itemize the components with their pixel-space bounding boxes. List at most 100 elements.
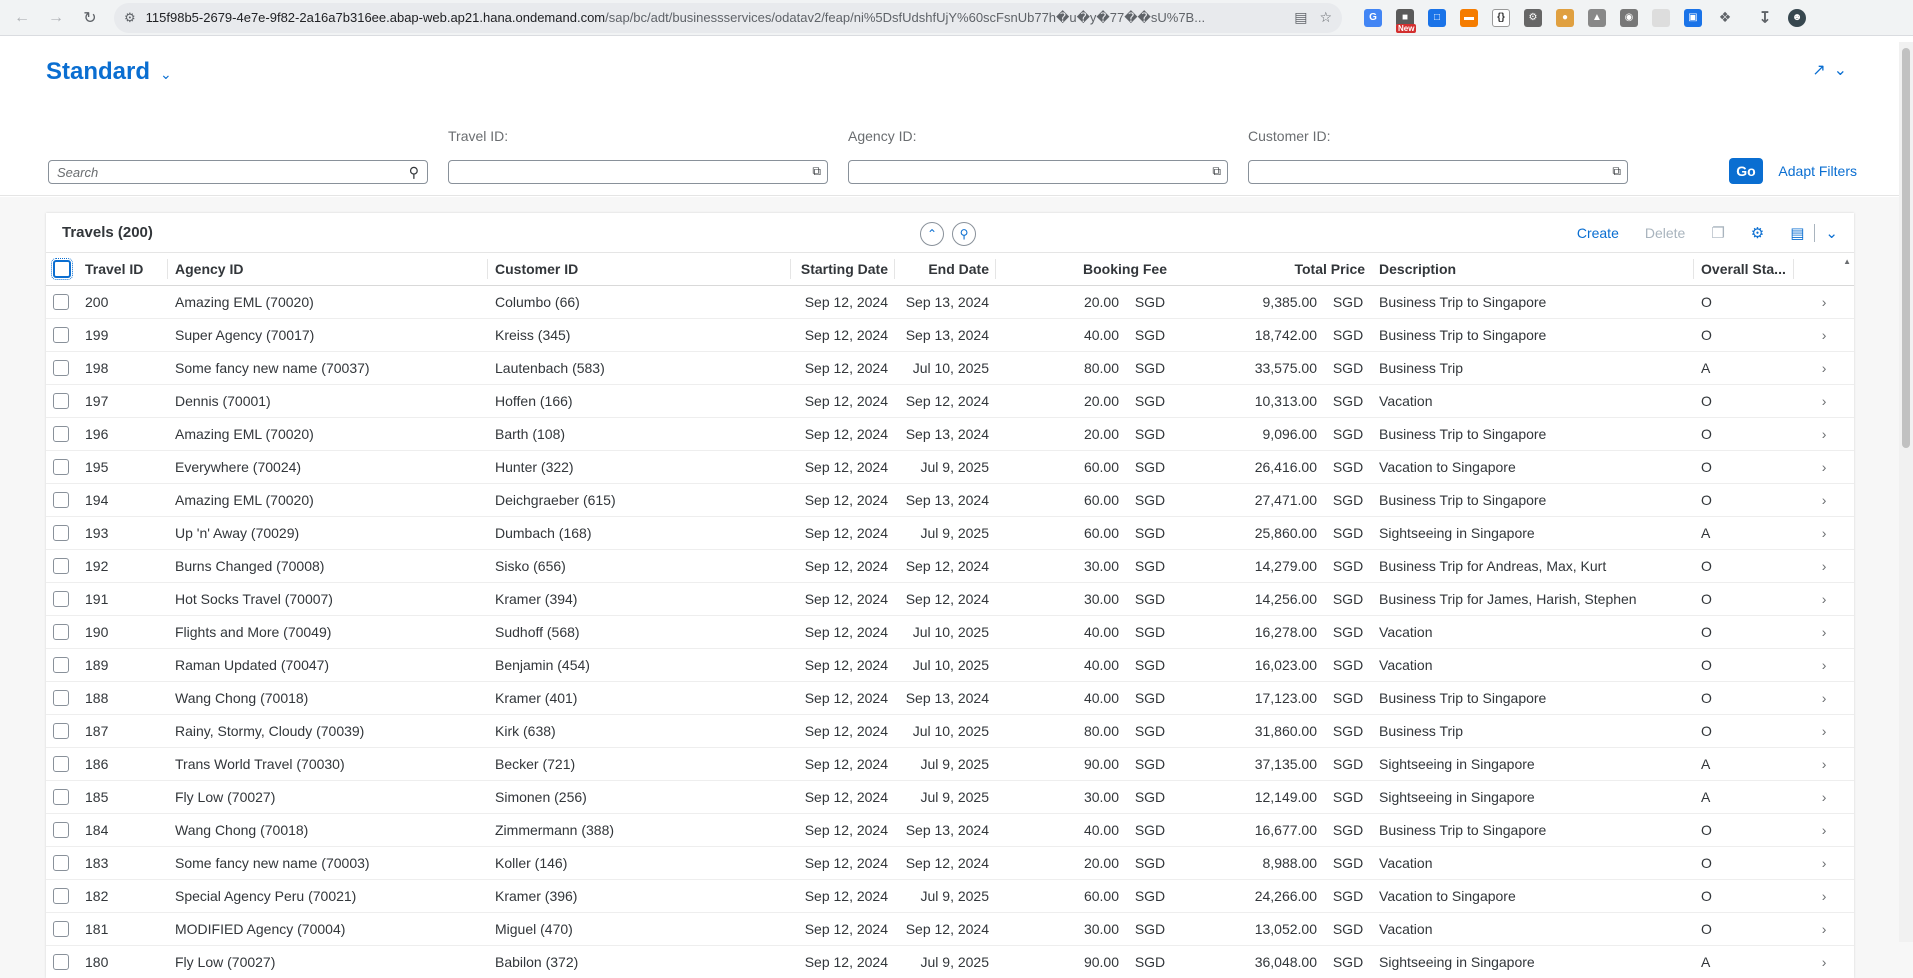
table-row[interactable]: 193 Up 'n' Away (70029) Dumbach (168) Sep 1… — [46, 516, 1854, 550]
go-button[interactable]: Go — [1729, 158, 1763, 184]
search-icon[interactable]: ⚲ — [409, 164, 419, 181]
col-overall-status[interactable]: Overall Sta... — [1694, 253, 1795, 286]
row-checkbox[interactable] — [53, 756, 69, 773]
chevron-right-icon[interactable]: › — [1794, 648, 1854, 682]
table-row[interactable]: 194 Amazing EML (70020) Deichgraeber (615)… — [46, 483, 1854, 517]
table-row[interactable]: 186 Trans World Travel (70030) Becker (721… — [46, 747, 1854, 781]
row-checkbox[interactable] — [53, 921, 69, 938]
export-icon[interactable]: ▤ — [1790, 224, 1804, 242]
table-row[interactable]: 197 Dennis (70001) Hoffen (166) Sep 12, 202… — [46, 384, 1854, 418]
table-row[interactable]: 191 Hot Socks Travel (70007) Kramer (394) S… — [46, 582, 1854, 616]
chevron-right-icon[interactable]: › — [1794, 813, 1854, 847]
table-row[interactable]: 188 Wang Chong (70018) Kramer (401) Sep 12,… — [46, 681, 1854, 715]
extension-gear-icon[interactable]: ⚙ — [1524, 8, 1542, 27]
scroll-up-icon[interactable]: ▲ — [1843, 257, 1851, 266]
chevron-right-icon[interactable]: › — [1794, 450, 1854, 484]
row-checkbox[interactable] — [53, 426, 69, 443]
table-row[interactable]: 180 Fly Low (70027) Babilon (372) Sep 12, 2… — [46, 945, 1854, 978]
extension-new-icon[interactable]: ■ New — [1396, 8, 1417, 33]
chevron-down-icon[interactable]: ⌄ — [1825, 224, 1838, 242]
adapt-filters-button[interactable]: Adapt Filters — [1778, 158, 1857, 184]
col-agency-id[interactable]: Agency ID — [168, 253, 488, 286]
chevron-right-icon[interactable]: › — [1794, 681, 1854, 715]
table-row[interactable]: 195 Everywhere (70024) Hunter (322) Sep 12,… — [46, 450, 1854, 484]
star-icon[interactable]: ☆ — [1319, 9, 1332, 26]
url-text[interactable]: 115f98b5-2679-4e7e-9f82-2a16a7b316ee.aba… — [146, 10, 1283, 26]
customer-id-input[interactable]: ⧉ — [1248, 160, 1628, 184]
row-checkbox[interactable] — [53, 723, 69, 740]
travel-id-input[interactable]: ⧉ — [448, 160, 828, 184]
chevron-right-icon[interactable]: › — [1794, 780, 1854, 814]
col-description[interactable]: Description — [1372, 253, 1695, 286]
col-starting-date[interactable]: Starting Date — [791, 253, 895, 286]
address-bar[interactable]: ⚙ 115f98b5-2679-4e7e-9f82-2a16a7b316ee.a… — [114, 2, 1342, 33]
extension-cookie-icon[interactable]: ● — [1556, 8, 1574, 27]
table-row[interactable]: 196 Amazing EML (70020) Barth (108) Sep 12,… — [46, 417, 1854, 451]
extension-orange-icon[interactable]: ▬ — [1460, 8, 1478, 27]
row-checkbox[interactable] — [53, 954, 69, 971]
extension-shield-icon[interactable]: ◉ — [1620, 8, 1638, 27]
row-checkbox[interactable] — [53, 525, 69, 542]
row-checkbox[interactable] — [53, 492, 69, 509]
row-checkbox[interactable] — [53, 855, 69, 872]
collapse-icon[interactable]: ⌃ — [920, 222, 944, 246]
row-checkbox[interactable] — [53, 591, 69, 608]
share-button[interactable]: ↗ ⌄ — [1812, 60, 1847, 80]
chevron-right-icon[interactable]: › — [1794, 351, 1854, 385]
chevron-right-icon[interactable]: › — [1794, 285, 1854, 319]
copy-icon[interactable]: ❐ — [1711, 224, 1724, 242]
table-row[interactable]: 199 Super Agency (70017) Kreiss (345) Sep 1… — [46, 318, 1854, 352]
create-button[interactable]: Create — [1577, 225, 1619, 241]
chevron-right-icon[interactable]: › — [1794, 912, 1854, 946]
page-scrollbar[interactable] — [1899, 42, 1913, 942]
table-row[interactable]: 189 Raman Updated (70047) Benjamin (454) Se… — [46, 648, 1854, 682]
table-row[interactable]: 187 Rainy, Stormy, Cloudy (70039) Kirk (63… — [46, 714, 1854, 748]
chevron-right-icon[interactable]: › — [1794, 417, 1854, 451]
table-row[interactable]: 181 MODIFIED Agency (70004) Miguel (470) Se… — [46, 912, 1854, 946]
row-checkbox[interactable] — [53, 294, 69, 311]
site-info-icon[interactable]: ⚙ — [124, 10, 136, 26]
chevron-right-icon[interactable]: › — [1794, 483, 1854, 517]
table-row[interactable]: 183 Some fancy new name (70003) Koller (14… — [46, 846, 1854, 880]
chevron-right-icon[interactable]: › — [1794, 549, 1854, 583]
chevron-right-icon[interactable]: › — [1794, 714, 1854, 748]
extension-json-icon[interactable]: {} — [1492, 8, 1510, 27]
row-checkbox[interactable] — [53, 888, 69, 905]
col-booking-fee[interactable]: Booking Fee — [996, 253, 1175, 286]
extension-bird-icon[interactable]: ▲ — [1588, 8, 1606, 27]
extension-translate-icon[interactable]: G — [1364, 8, 1382, 27]
extension-save-icon[interactable]: ▣ — [1684, 8, 1702, 27]
chevron-right-icon[interactable]: › — [1794, 846, 1854, 880]
scrollbar-thumb[interactable] — [1902, 48, 1910, 448]
translate-icon[interactable]: ▤ — [1294, 9, 1307, 26]
agency-id-input[interactable]: ⧉ — [848, 160, 1228, 184]
table-row[interactable]: 182 Special Agency Peru (70021) Kramer (39… — [46, 879, 1854, 913]
table-row[interactable]: 200 Amazing EML (70020) Columbo (66) Sep 12… — [46, 285, 1854, 319]
row-checkbox[interactable] — [53, 624, 69, 641]
chevron-right-icon[interactable]: › — [1794, 582, 1854, 616]
extension-blank-icon[interactable] — [1652, 8, 1670, 27]
chevron-right-icon[interactable]: › — [1794, 879, 1854, 913]
settings-icon[interactable]: ⚙ — [1751, 224, 1764, 242]
col-customer-id[interactable]: Customer ID — [488, 253, 791, 286]
row-checkbox[interactable] — [53, 360, 69, 377]
extension-screen-icon[interactable]: □ — [1428, 8, 1446, 27]
col-end-date[interactable]: End Date — [895, 253, 996, 286]
row-checkbox[interactable] — [53, 657, 69, 674]
chevron-right-icon[interactable]: › — [1794, 747, 1854, 781]
select-all-checkbox[interactable] — [51, 257, 73, 280]
reload-icon[interactable]: ↻ — [76, 4, 104, 32]
table-row[interactable]: 192 Burns Changed (70008) Sisko (656) Sep 1… — [46, 549, 1854, 583]
value-help-icon[interactable]: ⧉ — [1212, 164, 1221, 179]
variant-management[interactable]: Standard ⌄ — [46, 58, 172, 86]
value-help-icon[interactable]: ⧉ — [1612, 164, 1621, 179]
pin-icon[interactable]: ⚲ — [952, 222, 976, 246]
search-field[interactable]: Search ⚲ — [48, 160, 428, 184]
chevron-right-icon[interactable]: › — [1794, 615, 1854, 649]
table-row[interactable]: 198 Some fancy new name (70037) Lautenbach… — [46, 351, 1854, 385]
table-row[interactable]: 184 Wang Chong (70018) Zimmermann (388) Sep… — [46, 813, 1854, 847]
row-checkbox[interactable] — [53, 393, 69, 410]
download-icon[interactable]: ↧ — [1756, 8, 1774, 27]
chevron-right-icon[interactable]: › — [1794, 945, 1854, 978]
row-checkbox[interactable] — [53, 459, 69, 476]
